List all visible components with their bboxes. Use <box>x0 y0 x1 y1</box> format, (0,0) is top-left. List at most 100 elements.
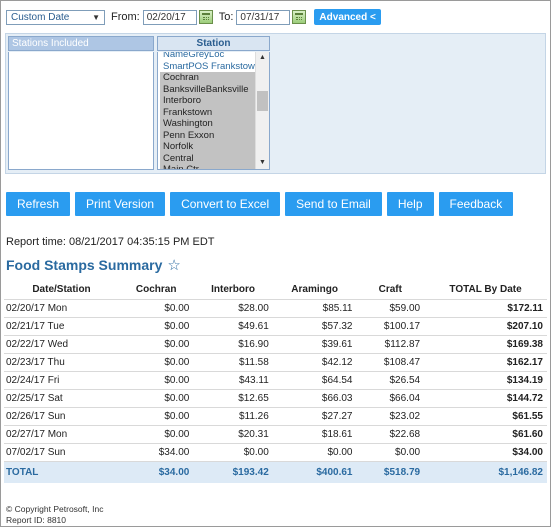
table-cell: $43.11 <box>193 371 273 390</box>
stations-panel: Stations Included Station NameGreyLoc Sma… <box>5 33 546 174</box>
total-cell: TOTAL <box>4 461 119 483</box>
to-label: To: <box>218 11 234 23</box>
column-header[interactable]: Aramingo <box>272 280 357 300</box>
date-range-value: Custom Date <box>11 11 70 23</box>
table-cell: $39.61 <box>272 335 357 354</box>
send-to-email-button[interactable]: Send to Email <box>285 192 382 216</box>
scroll-thumb[interactable] <box>257 91 268 111</box>
table-cell: $34.00 <box>119 443 194 462</box>
total-cell: $400.61 <box>272 461 357 483</box>
table-cell: $0.00 <box>119 317 194 336</box>
table-cell: $12.65 <box>193 389 273 408</box>
table-cell: $23.02 <box>356 407 425 426</box>
table-row: 02/22/17 Wed $0.00 $16.90 $39.61 $112.87 $169… <box>4 335 547 354</box>
station-option[interactable]: Washington <box>160 118 256 130</box>
dropdown-arrow-icon: ▼ <box>92 12 100 22</box>
table-row: 02/27/17 Mon $0.00 $20.31 $18.61 $22.68 $61.6… <box>4 425 547 444</box>
table-cell: $112.87 <box>356 335 425 354</box>
filter-bar: Custom Date ▼ From: To: Advanced < <box>6 9 381 25</box>
date-range-select[interactable]: Custom Date ▼ <box>6 9 105 25</box>
column-header[interactable]: Date/Station <box>4 280 119 300</box>
table-cell: $0.00 <box>119 425 194 444</box>
summary-table: Date/Station Cochran Interboro Aramingo Craf… <box>4 280 547 483</box>
table-cell: $57.32 <box>272 317 357 336</box>
scroll-up-icon[interactable]: ▲ <box>256 52 269 64</box>
station-option[interactable]: Cochran <box>160 72 256 84</box>
station-option[interactable]: Main Ctr <box>160 164 256 169</box>
station-column-header: Station <box>157 36 270 51</box>
column-header[interactable]: TOTAL By Date <box>424 280 547 300</box>
column-header[interactable]: Interboro <box>193 280 273 300</box>
total-row: TOTAL $34.00 $193.42 $400.61 $518.79 $1,146.8… <box>4 461 547 483</box>
station-option[interactable]: Norfolk <box>160 141 256 153</box>
to-calendar-icon[interactable] <box>292 10 307 24</box>
column-header[interactable]: Cochran <box>119 280 194 300</box>
station-listbox[interactable]: NameGreyLoc SmartPOS Frankstown Cochran Ban… <box>157 52 270 170</box>
report-title-text: Food Stamps Summary <box>6 257 163 273</box>
table-cell: 02/27/17 Mon <box>4 425 119 444</box>
table-cell: $34.00 <box>424 443 547 462</box>
table-cell: $16.90 <box>193 335 273 354</box>
table-cell: 07/02/17 Sun <box>4 443 119 462</box>
star-icon[interactable]: ☆ <box>167 256 180 274</box>
table-cell: $162.17 <box>424 353 547 372</box>
table-cell: $134.19 <box>424 371 547 390</box>
table-cell: $61.60 <box>424 425 547 444</box>
table-cell: $59.00 <box>356 299 425 318</box>
station-option[interactable]: SmartPOS Frankstown <box>160 60 256 72</box>
table-cell: $22.68 <box>356 425 425 444</box>
table-row: 02/20/17 Mon $0.00 $28.00 $85.11 $59.00 $172.… <box>4 299 547 318</box>
table-cell: 02/26/17 Sun <box>4 407 119 426</box>
table-cell: $18.61 <box>272 425 357 444</box>
convert-to-excel-button[interactable]: Convert to Excel <box>170 192 281 216</box>
station-scrollbar[interactable]: ▲ ▼ <box>255 52 269 169</box>
station-option[interactable]: Frankstown <box>160 106 256 118</box>
print-version-button[interactable]: Print Version <box>75 192 166 216</box>
stations-included-list[interactable] <box>8 52 154 170</box>
stations-included-label: Stations Included <box>8 36 154 51</box>
table-cell: $64.54 <box>272 371 357 390</box>
station-option[interactable]: Central <box>160 152 256 164</box>
station-option[interactable]: NameGreyLoc <box>160 52 256 61</box>
report-id: Report ID: 8810 <box>6 515 67 525</box>
table-cell: $0.00 <box>119 371 194 390</box>
table-cell: $0.00 <box>119 407 194 426</box>
station-option[interactable]: BanksvilleBanksville <box>160 83 256 95</box>
table-row: 02/24/17 Fri $0.00 $43.11 $64.54 $26.54 $134.… <box>4 371 547 390</box>
table-cell: 02/20/17 Mon <box>4 299 119 318</box>
table-cell: $0.00 <box>356 443 425 462</box>
station-option[interactable]: Interboro <box>160 95 256 107</box>
report-time: Report time: 08/21/2017 04:35:15 PM EDT <box>6 236 215 248</box>
advanced-button[interactable]: Advanced < <box>314 9 381 25</box>
table-cell: $11.58 <box>193 353 273 372</box>
help-button[interactable]: Help <box>386 192 434 216</box>
table-cell: $85.11 <box>272 299 357 318</box>
station-option[interactable]: Penn Exxon <box>160 129 256 141</box>
feedback-button[interactable]: Feedback <box>438 192 514 216</box>
table-cell: 02/24/17 Fri <box>4 371 119 390</box>
table-cell: $20.31 <box>193 425 273 444</box>
table-cell: 02/23/17 Thu <box>4 353 119 372</box>
action-buttons: Refresh Print Version Convert to Excel Send… <box>6 192 518 216</box>
table-cell: $49.61 <box>193 317 273 336</box>
scroll-down-icon[interactable]: ▼ <box>256 157 269 169</box>
table-cell: $207.10 <box>424 317 547 336</box>
table-cell: $0.00 <box>119 299 194 318</box>
total-cell: $34.00 <box>119 461 194 483</box>
to-date-input[interactable] <box>236 9 291 25</box>
table-cell: $108.47 <box>356 353 425 372</box>
table-cell: 02/22/17 Wed <box>4 335 119 354</box>
from-label: From: <box>111 11 140 23</box>
refresh-button[interactable]: Refresh <box>6 192 71 216</box>
copyright-text: © Copyright Petrosoft, Inc <box>6 504 104 514</box>
table-cell: $61.55 <box>424 407 547 426</box>
from-calendar-icon[interactable] <box>198 10 213 24</box>
report-window: Custom Date ▼ From: To: Advanced < Stati… <box>0 0 551 527</box>
table-cell: $26.54 <box>356 371 425 390</box>
table-cell: $144.72 <box>424 389 547 408</box>
table-row: 02/26/17 Sun $0.00 $11.26 $27.27 $23.02 $61.5… <box>4 407 547 426</box>
from-date-input[interactable] <box>142 9 197 25</box>
table-row: 02/21/17 Tue $0.00 $49.61 $57.32 $100.17 $207… <box>4 317 547 336</box>
table-header-row: Date/Station Cochran Interboro Aramingo Craf… <box>4 280 547 300</box>
column-header[interactable]: Craft <box>356 280 425 300</box>
